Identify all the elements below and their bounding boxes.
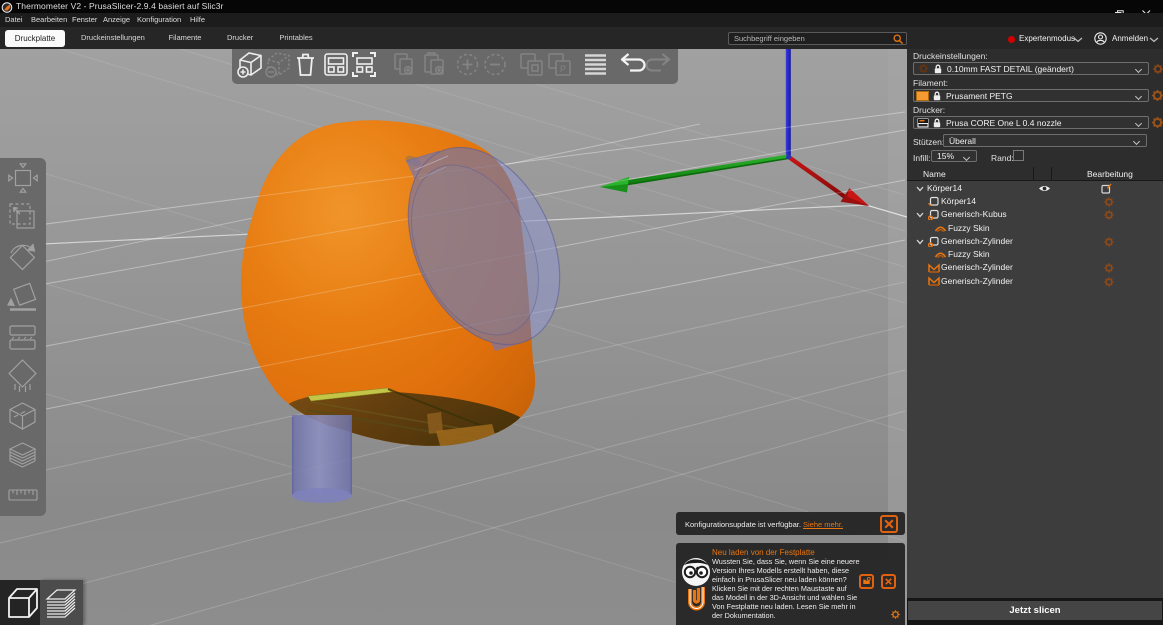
svg-text:P: P: [560, 64, 566, 74]
